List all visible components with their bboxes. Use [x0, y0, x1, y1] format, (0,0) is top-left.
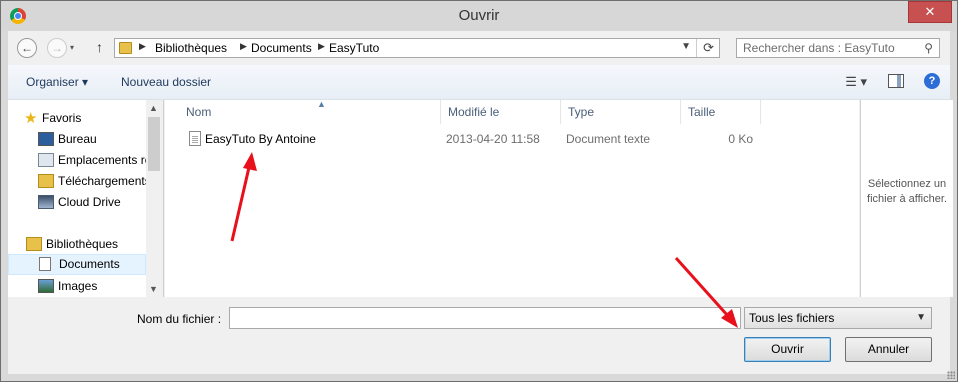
- annotation-arrow-head: [243, 152, 257, 171]
- annotation-overlay: [230, 152, 738, 328]
- annotation-arrow-line: [674, 256, 730, 318]
- annotation-arrow-line: [230, 162, 252, 242]
